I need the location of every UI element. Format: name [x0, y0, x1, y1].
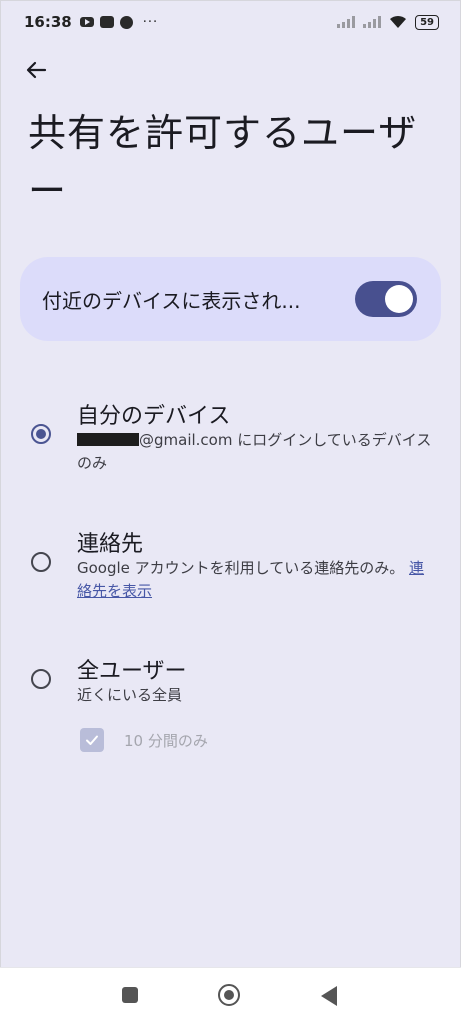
back-icon[interactable]: [321, 986, 337, 1006]
back-button[interactable]: [18, 52, 54, 88]
recents-icon[interactable]: [122, 987, 138, 1003]
toggle-knob: [385, 285, 413, 313]
wifi-icon: [390, 15, 407, 28]
status-bar: 16:38 ··· 59: [0, 0, 461, 44]
ten-minutes-checkbox[interactable]: [80, 728, 104, 752]
contacts-desc-text: Google アカウントを利用している連絡先のみ。: [77, 559, 405, 577]
line-icon: [99, 16, 114, 28]
status-time: 16:38: [24, 13, 72, 31]
option-everyone-title: 全ユーザー: [77, 659, 187, 684]
battery-icon: 59: [415, 14, 439, 30]
nearby-visibility-card[interactable]: 付近のデバイスに表示され...: [20, 257, 441, 341]
check-icon: [86, 735, 98, 745]
radio-everyone[interactable]: [31, 669, 51, 689]
redacted-email: [77, 433, 139, 446]
radio-contacts[interactable]: [31, 552, 51, 572]
system-icons: 59: [337, 14, 439, 30]
more-notifications-indicator: ···: [142, 14, 159, 30]
back-arrow-icon: [26, 61, 47, 79]
signal-icon: [363, 16, 382, 28]
nearby-visibility-label: 付近のデバイスに表示され...: [42, 288, 301, 313]
option-contacts-title: 連絡先: [77, 532, 144, 557]
signal-icon: [337, 16, 356, 28]
option-own-devices-title: 自分のデバイス: [77, 404, 231, 429]
page-title: 共有を許可するユーザー: [28, 111, 418, 213]
home-icon[interactable]: [218, 984, 240, 1006]
ten-minutes-option[interactable]: 10 分間のみ: [80, 728, 208, 752]
youtube-icon: [79, 17, 94, 27]
notification-icons: ···: [79, 14, 159, 30]
navigation-bar: [0, 967, 461, 1024]
radio-own-devices[interactable]: [31, 424, 51, 444]
line-icon: [119, 15, 133, 29]
nearby-visibility-toggle[interactable]: [355, 281, 417, 317]
option-own-devices-desc: @gmail.com にログインしているデバイスのみ: [77, 429, 437, 475]
ten-minutes-label: 10 分間のみ: [124, 731, 208, 750]
option-contacts-desc: Google アカウントを利用している連絡先のみ。 連絡先を表示: [77, 557, 437, 603]
option-everyone-desc: 近くにいる全員: [77, 686, 183, 704]
